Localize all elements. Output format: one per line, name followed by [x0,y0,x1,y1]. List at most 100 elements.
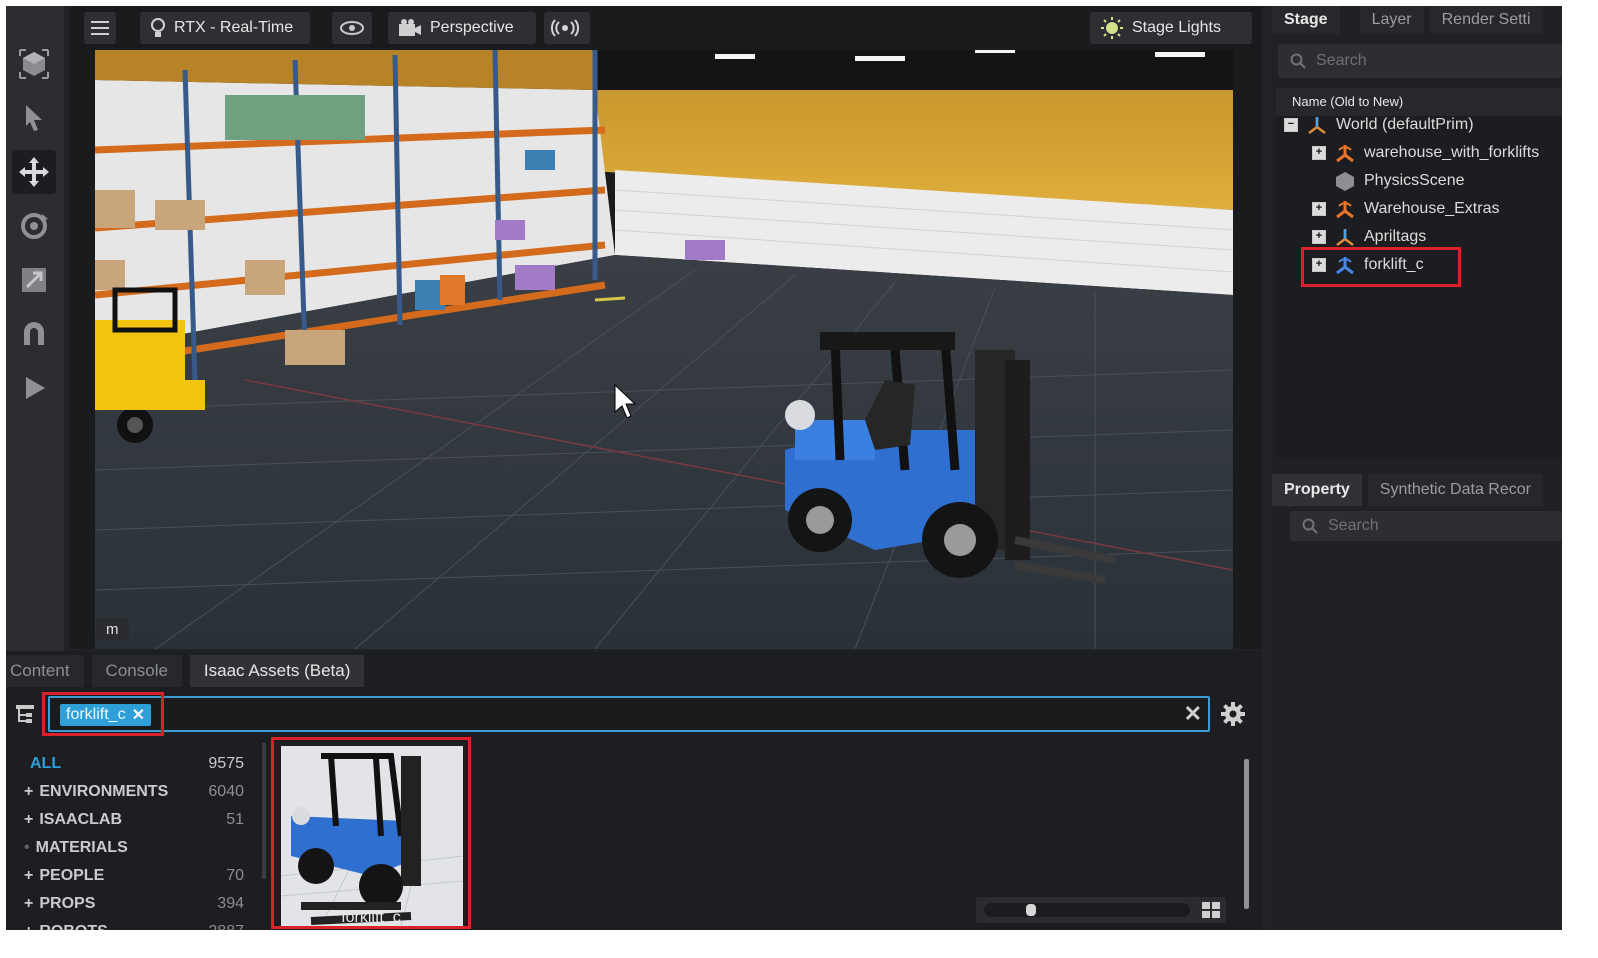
category-label: ALL [24,755,61,781]
stage-search-input[interactable]: Search [1278,44,1562,78]
category-count: 394 [217,895,244,912]
tab-console[interactable]: Console [91,655,182,687]
category-name: ROBOTS [39,923,107,930]
tab-property[interactable]: Property [1272,474,1362,506]
category-label: + ENVIRONMENTS [24,783,168,809]
tree-row-label: Warehouse_Extras [1364,200,1500,217]
tab-synthetic-data-recorder[interactable]: Synthetic Data Recor [1367,474,1543,506]
xform-icon [1306,114,1328,136]
asset-highlight-box [271,737,471,929]
physics-icon [1334,170,1356,192]
xform-icon [1334,226,1356,248]
category-scrollbar[interactable] [262,743,266,879]
renderer-dropdown[interactable]: RTX - Real-Time [140,12,310,44]
tree-row-label: warehouse_with_forklifts [1364,144,1540,161]
property-search-input[interactable]: Search [1290,511,1562,541]
stage-search-placeholder: Search [1316,52,1367,69]
search-icon [1290,53,1306,69]
viewport-toolbar [6,6,64,651]
settings-gear-icon[interactable] [1220,701,1246,732]
expand-icon[interactable]: + [1312,146,1326,160]
search-chip-highlight-box [42,692,164,736]
clear-search-icon[interactable]: ✕ [1184,703,1202,725]
reference-icon [1334,198,1356,220]
category-name: ENVIRONMENTS [39,783,169,800]
property-search-placeholder: Search [1328,517,1379,534]
tree-row-physicsscene[interactable]: PhysicsScene [1312,168,1465,194]
tree-row-warehouse-extras[interactable]: + Warehouse_Extras [1312,196,1499,222]
renderer-label: RTX - Real-Time [174,19,294,36]
stage-lights-label: Stage Lights [1132,19,1221,36]
bottom-tabs: Content Console Isaac Assets (Beta) [6,655,372,687]
tab-isaac-assets[interactable]: Isaac Assets (Beta) [189,655,365,687]
units-label: m [96,618,129,641]
category-name: ALL [30,755,62,772]
category-count: 2887 [208,923,244,930]
scale-tool-icon[interactable] [12,258,56,302]
snap-magnet-icon[interactable] [12,312,56,356]
asset-search-input[interactable]: forklift_c ✕ ✕ [48,696,1210,732]
collapse-icon[interactable]: − [1284,118,1298,132]
category-name: PROPS [39,895,96,912]
category-prefix: + [24,895,34,912]
category-name: ISAACLAB [39,811,123,828]
expand-icon[interactable]: + [1312,202,1326,216]
category-prefix: + [24,783,34,800]
category-count: 70 [226,867,244,884]
category-people[interactable]: + PEOPLE 70 [24,867,244,893]
viewport[interactable]: RTX - Real-Time Perspective Stage Lights [70,6,1262,649]
hamburger-menu-icon[interactable] [84,12,116,44]
rotate-tool-icon[interactable] [12,204,56,248]
warehouse-scene-render [95,50,1233,649]
grid-view-icon[interactable] [1202,902,1220,923]
category-label: • MATERIALS [24,839,128,865]
tab-stage[interactable]: Stage [1272,6,1340,34]
thumbnail-size-slider[interactable] [976,897,1226,923]
tree-row-label: PhysicsScene [1364,172,1465,189]
category-count: 6040 [208,783,244,800]
category-label: + PEOPLE [24,867,104,893]
tree-row-warehouse-with-forklifts[interactable]: + warehouse_with_forklifts [1312,140,1539,166]
category-name: MATERIALS [35,839,128,856]
eye-icon[interactable] [332,12,372,44]
reference-icon [1334,142,1356,164]
isaac-sim-window: RTX - Real-Time Perspective Stage Lights [6,6,1562,930]
camera-icon [399,19,421,36]
stage-lights-dropdown[interactable]: Stage Lights [1090,12,1252,44]
category-props[interactable]: + PROPS 394 [24,895,244,921]
bottom-panel: Content Console Isaac Assets (Beta) fork… [6,651,1262,930]
slider-handle[interactable] [1026,904,1036,916]
tree-row-label: Apriltags [1364,228,1427,245]
category-materials[interactable]: • MATERIALS [24,839,244,865]
category-all[interactable]: ALL 9575 [24,755,244,781]
property-tabs: Property Synthetic Data Recor [1272,474,1549,506]
select-mode-icon[interactable] [12,42,56,86]
move-tool-icon[interactable] [12,150,56,194]
expand-icon[interactable]: + [1312,230,1326,244]
tab-layer[interactable]: Layer [1359,6,1424,34]
category-environments[interactable]: + ENVIRONMENTS 6040 [24,783,244,809]
stage-tabs: Stage Layer Render Setti [1272,6,1549,34]
broadcast-icon[interactable] [544,12,590,44]
pointer-icon[interactable] [12,96,56,140]
asset-grid-scrollbar[interactable] [1244,759,1249,909]
tab-render-settings[interactable]: Render Setti [1429,6,1543,34]
camera-dropdown[interactable]: Perspective [388,12,536,44]
search-icon [1302,518,1318,534]
tab-content[interactable]: Content [6,655,84,687]
category-name: PEOPLE [39,867,105,884]
asset-caption: forklift_c [341,909,401,926]
category-prefix: + [24,867,34,884]
tree-row-label: World (defaultPrim) [1336,116,1474,133]
forklift-c-highlight-box [1301,247,1461,287]
lightbulb-icon [151,18,165,37]
category-label: + ISAACLAB [24,811,122,837]
category-isaaclab[interactable]: + ISAACLAB 51 [24,811,244,837]
camera-label: Perspective [430,19,514,36]
category-count: 51 [226,811,244,828]
sun-icon [1101,17,1123,39]
tree-row-world-defaultprim[interactable]: − World (defaultPrim) [1284,112,1474,138]
play-icon[interactable] [12,366,56,410]
category-robots[interactable]: + ROBOTS 2887 [24,923,244,930]
filter-tree-icon[interactable] [14,703,36,730]
